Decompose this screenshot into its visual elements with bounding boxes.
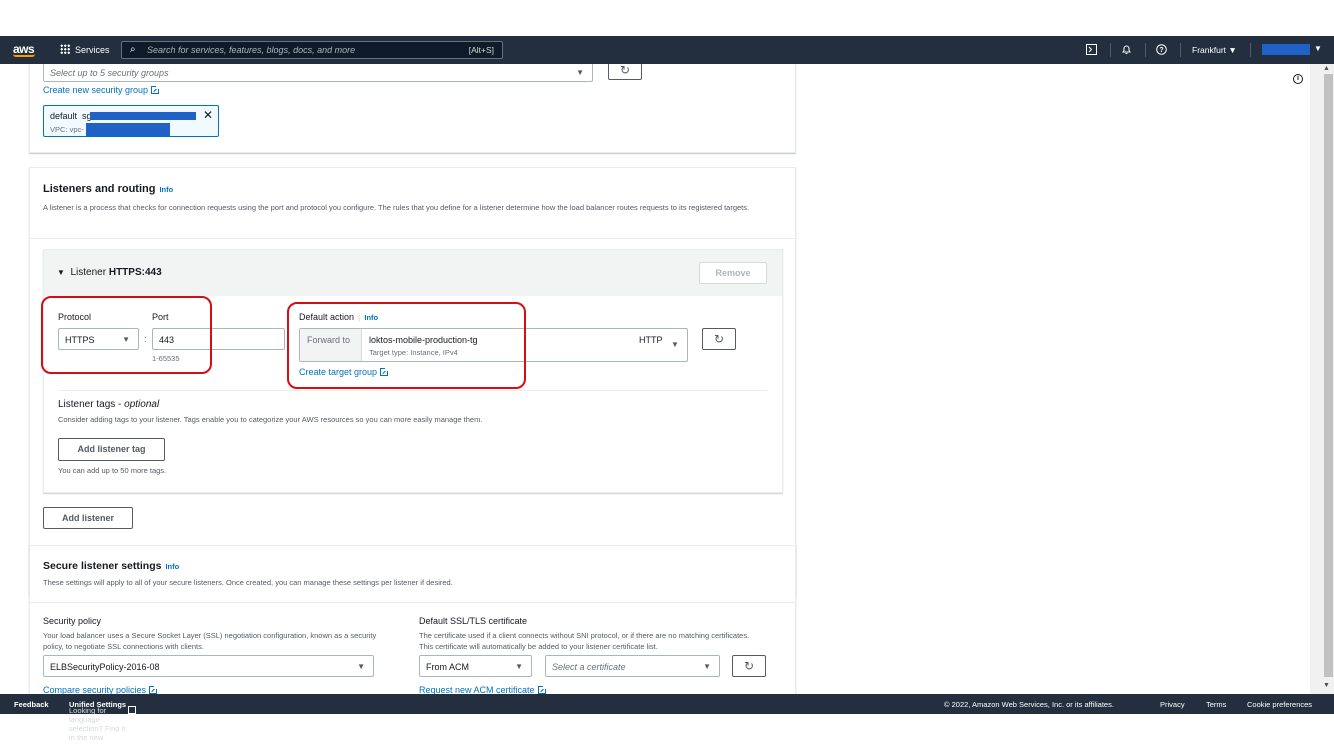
divider — [30, 602, 795, 603]
compare-policies-label: Compare security policies — [43, 685, 147, 694]
refresh-icon: ↻ — [619, 64, 631, 77]
vpc-id-redacted — [86, 123, 170, 136]
scroll-up-icon[interactable]: ▲ — [1323, 65, 1330, 72]
listener-tags-title: Listener tags - optional — [58, 399, 160, 410]
external-link-icon — [149, 685, 159, 694]
secure-info-link[interactable]: Info — [165, 562, 179, 571]
secure-description: These settings will apply to all of your… — [43, 578, 453, 587]
divider — [30, 238, 795, 239]
request-certificate-link[interactable]: Request new ACM certificate — [419, 685, 547, 694]
listeners-info-link[interactable]: Info — [159, 185, 173, 194]
nav-divider — [1110, 43, 1111, 57]
listener-tags-description: Consider adding tags to your listener. T… — [58, 415, 483, 424]
certificate-description: The certificate used if a client connect… — [419, 631, 750, 651]
listener-tags-hint: You can add up to 50 more tags. — [58, 466, 167, 475]
search-input[interactable]: ⌕ Search for services, features, blogs, … — [121, 41, 503, 59]
security-policy-value: ELBSecurityPolicy-2016-08 — [50, 662, 160, 672]
chevron-down-icon: ▼ — [671, 340, 679, 349]
chevron-down-icon: ▼ — [703, 662, 711, 671]
services-label: Services — [75, 45, 110, 55]
chevron-down-icon: ▼ — [515, 662, 523, 671]
refresh-target-groups-button[interactable]: ↻ — [702, 328, 736, 350]
create-security-group-link[interactable]: Create new security group — [43, 85, 161, 95]
nav-divider — [1145, 43, 1146, 57]
bell-icon[interactable] — [1121, 44, 1132, 58]
page-scrollbar[interactable]: ▲ ▼ — [1310, 64, 1334, 694]
refresh-icon: ↻ — [713, 332, 725, 346]
search-shortcut: [Alt+S] — [468, 45, 494, 55]
external-link-icon — [128, 706, 137, 714]
close-icon[interactable]: ✕ — [203, 108, 213, 122]
privacy-link[interactable]: Privacy — [1160, 700, 1185, 709]
nav-divider — [1180, 43, 1181, 57]
security-policy-select[interactable]: ELBSecurityPolicy-2016-08 ▼ — [43, 655, 374, 677]
refresh-icon: ↻ — [743, 659, 755, 673]
external-link-icon — [537, 685, 547, 694]
feedback-link[interactable]: Feedback — [14, 700, 49, 709]
secure-title: Secure listener settings — [43, 560, 162, 572]
remove-listener-button[interactable]: Remove — [699, 262, 767, 284]
caret-down-icon: ▼ — [57, 268, 65, 277]
add-listener-tag-button[interactable]: Add listener tag — [58, 438, 165, 461]
token-vpc: VPC: vpc- — [50, 125, 84, 134]
external-link-icon — [151, 85, 161, 94]
add-listener-button[interactable]: Add listener — [43, 507, 133, 529]
listener-title: HTTPS:443 — [108, 267, 162, 278]
terms-link[interactable]: Terms — [1206, 700, 1226, 709]
footer: Feedback Looking for language selection?… — [0, 694, 1334, 742]
security-groups-panel: Select up to 5 security groups ▼ ↻ Creat… — [29, 64, 796, 153]
region-selector[interactable]: Frankfurt ▼ — [1192, 45, 1237, 55]
account-caret-icon[interactable]: ▼ — [1314, 44, 1322, 53]
chevron-down-icon: ▼ — [576, 68, 584, 77]
copyright: © 2022, Amazon Web Services, Inc. or its… — [944, 700, 1114, 709]
certificate-source-select[interactable]: From ACM ▼ — [419, 655, 532, 677]
listeners-description: A listener is a process that checks for … — [43, 203, 750, 212]
security-groups-placeholder: Select up to 5 security groups — [50, 68, 169, 78]
search-placeholder: Search for services, features, blogs, do… — [147, 45, 356, 55]
top-navigation: aws Services ⌕ Search for services, feat… — [0, 36, 1334, 64]
secure-header: Secure listener settings Info — [43, 560, 179, 572]
security-group-token: default sg- VPC: vpc- ✕ — [43, 105, 219, 137]
certificate-source-value: From ACM — [426, 662, 470, 672]
aws-logo-smile — [13, 54, 35, 57]
secure-listener-panel: Secure listener settings Info These setti… — [29, 545, 796, 694]
listeners-header: Listeners and routing Info — [43, 183, 173, 195]
default-action-highlight — [287, 302, 526, 389]
account-menu-redacted[interactable] — [1262, 44, 1310, 55]
listener-title-prefix: Listener — [70, 267, 107, 278]
language-notice: Looking for language selection? Find it … — [69, 700, 137, 742]
certificate-select[interactable]: Select a certificate ▼ — [545, 655, 720, 677]
compare-policies-link[interactable]: Compare security policies — [43, 685, 159, 694]
token-name: default sg- — [50, 111, 95, 121]
info-panel-icon[interactable]: i — [1293, 74, 1303, 84]
refresh-security-groups-button[interactable]: ↻ — [608, 64, 642, 80]
search-icon: ⌕ — [130, 44, 136, 55]
grid-icon — [60, 44, 70, 54]
chevron-down-icon: ▼ — [357, 662, 365, 671]
services-menu-button[interactable]: Services — [60, 44, 110, 55]
create-security-group-label: Create new security group — [43, 85, 149, 95]
listeners-title: Listeners and routing — [43, 183, 156, 195]
help-icon[interactable]: ? — [1156, 44, 1167, 58]
sg-id-redacted — [90, 112, 196, 120]
security-groups-select[interactable]: Select up to 5 security groups ▼ — [43, 64, 593, 82]
security-policy-description: Your load balancer uses a Secure Socket … — [43, 631, 377, 651]
request-certificate-label: Request new ACM certificate — [419, 685, 535, 694]
divider — [58, 390, 767, 391]
nav-divider — [1250, 43, 1251, 57]
security-policy-label: Security policy — [43, 616, 102, 626]
cookie-preferences-link[interactable]: Cookie preferences — [1247, 700, 1312, 709]
target-protocol: HTTP — [639, 335, 663, 345]
protocol-port-highlight — [41, 296, 212, 374]
main-content: Select up to 5 security groups ▼ ↻ Creat… — [0, 64, 1310, 694]
scrollbar-thumb[interactable] — [1324, 74, 1333, 677]
refresh-certificates-button[interactable]: ↻ — [732, 655, 766, 677]
listener-toggle[interactable]: ▼ Listener HTTPS:443 — [57, 267, 162, 278]
cloudshell-icon[interactable] — [1086, 44, 1097, 58]
svg-text:?: ? — [1159, 47, 1163, 54]
certificate-label: Default SSL/TLS certificate — [419, 616, 528, 626]
scroll-down-icon[interactable]: ▼ — [1323, 682, 1330, 689]
certificate-placeholder: Select a certificate — [552, 662, 626, 672]
